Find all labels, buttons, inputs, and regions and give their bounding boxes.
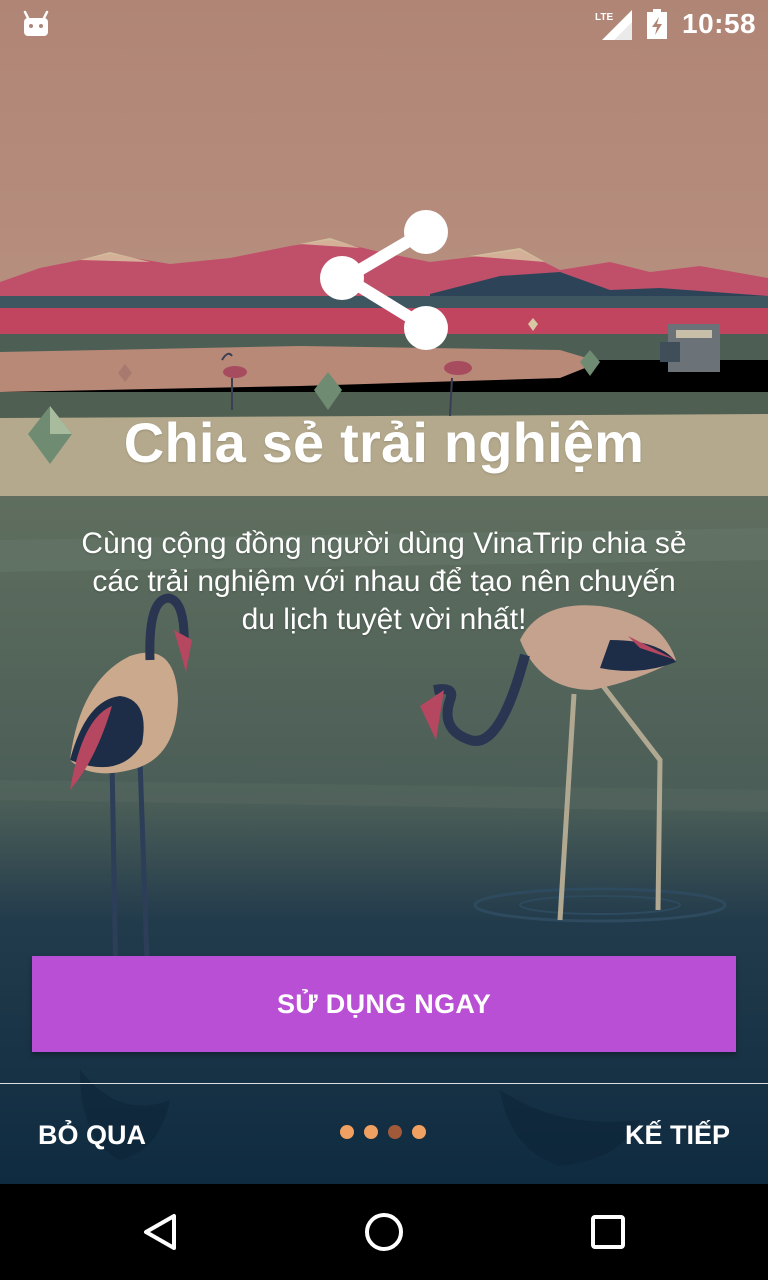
share-icon: [320, 210, 448, 350]
skip-button[interactable]: BỎ QUA: [38, 1120, 146, 1151]
use-now-button[interactable]: SỬ DỤNG NGAY: [32, 956, 736, 1052]
page-dot: [364, 1125, 378, 1139]
page-dot: [388, 1125, 402, 1139]
recents-icon[interactable]: [584, 1208, 632, 1256]
back-icon[interactable]: [136, 1208, 184, 1256]
status-time: 10:58: [682, 8, 757, 39]
status-bar: LTE 10:58: [0, 0, 768, 48]
page-title: Chia sẻ trải nghiệm: [123, 411, 645, 474]
page-dot: [412, 1125, 426, 1139]
onboarding-screen: LTE 10:58 Chia sẻ trải nghiệm Cùng cộng …: [0, 0, 768, 1184]
android-notification-icon: [23, 10, 49, 36]
battery-charging-icon: [647, 9, 667, 39]
home-icon[interactable]: [360, 1208, 408, 1256]
page-description: Cùng cộng đồng người dùng VinaTrip chia …: [81, 527, 687, 636]
navigation-bar: [0, 1184, 768, 1280]
page-indicator: [340, 1125, 426, 1139]
next-button[interactable]: KẾ TIẾP: [625, 1120, 730, 1151]
bottom-bar-divider: [0, 1083, 768, 1084]
lte-label: LTE: [595, 12, 613, 23]
lte-signal-icon: LTE: [595, 10, 632, 40]
page-dot: [340, 1125, 354, 1139]
